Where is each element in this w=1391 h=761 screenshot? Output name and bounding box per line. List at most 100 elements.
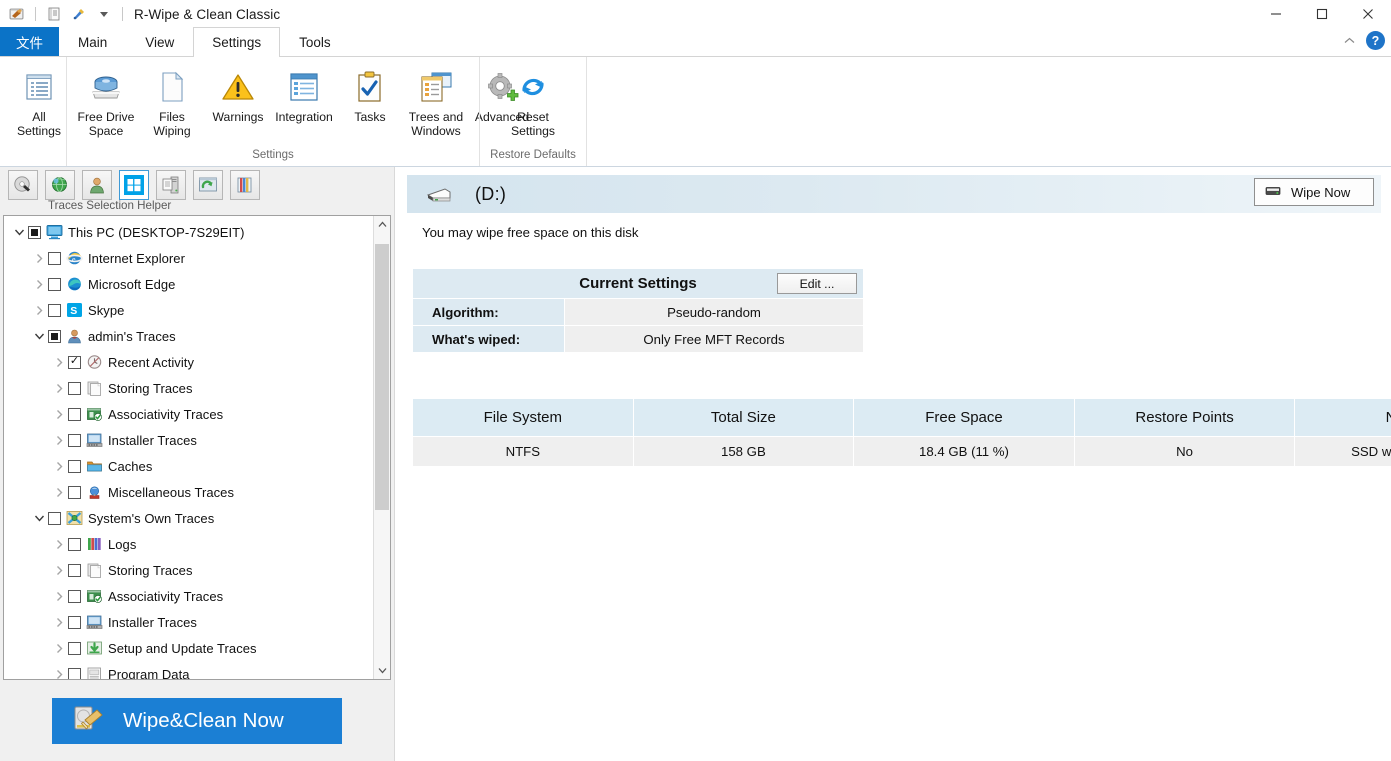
ribbon-button-reset-settings[interactable]: Reset Settings: [500, 61, 566, 138]
tool-button-windows-traces[interactable]: [119, 170, 149, 200]
tree-item-checkbox[interactable]: [68, 459, 81, 473]
current-settings-title: Current Settings: [579, 275, 697, 292]
scrollbar-thumb[interactable]: [375, 244, 389, 510]
tools-icon[interactable]: [69, 4, 89, 24]
tree-item-checkbox[interactable]: [48, 277, 61, 291]
chevron-right-icon[interactable]: [50, 487, 68, 498]
tree-item-checkbox[interactable]: [68, 485, 81, 499]
tree-item[interactable]: This PC (DESKTOP-7S29EIT): [4, 219, 373, 245]
tree-item[interactable]: ✓ Recent Activity: [4, 349, 373, 375]
tool-button-internet-traces[interactable]: [45, 170, 75, 200]
tree-item[interactable]: Associativity Traces: [4, 583, 373, 609]
traces-tree-container: This PC (DESKTOP-7S29EIT) e Internet Explo…: [3, 215, 391, 680]
tool-button-applications-traces[interactable]: [230, 170, 260, 200]
help-icon[interactable]: ?: [1366, 31, 1385, 50]
tree-item-checkbox[interactable]: [68, 381, 81, 395]
ribbon-button-all-settings[interactable]: All Settings: [6, 61, 72, 138]
tab-tools[interactable]: Tools: [280, 27, 350, 56]
tab-file[interactable]: 文件: [0, 27, 59, 56]
tree-item[interactable]: Microsoft Edge: [4, 271, 373, 297]
ribbon-button-files-wiping[interactable]: Files Wiping: [139, 61, 205, 138]
wipe-now-label: Wipe Now: [1291, 184, 1351, 200]
tool-button-system-traces[interactable]: [156, 170, 186, 200]
edit-settings-button[interactable]: Edit ...: [777, 273, 857, 294]
tree-item[interactable]: Associativity Traces: [4, 401, 373, 427]
close-button[interactable]: [1345, 0, 1391, 28]
tab-settings[interactable]: Settings: [193, 27, 281, 57]
tool-button-disk-wipe[interactable]: [8, 170, 38, 200]
chevron-right-icon[interactable]: [50, 669, 68, 680]
chevron-down-icon[interactable]: [30, 514, 48, 523]
tree-item-checkbox[interactable]: [68, 615, 81, 629]
journal-icon[interactable]: [44, 4, 64, 24]
ribbon-button-integration[interactable]: Integration: [271, 61, 337, 124]
chevron-right-icon[interactable]: [30, 279, 48, 290]
ribbon-button-trees-and-windows[interactable]: Trees and Windows: [403, 61, 469, 138]
tree-item-checkbox[interactable]: [68, 641, 81, 655]
scroll-down-icon[interactable]: [374, 662, 391, 679]
chevron-right-icon[interactable]: [50, 461, 68, 472]
tree-item[interactable]: S Skype: [4, 297, 373, 323]
ribbon-button-tasks[interactable]: Tasks: [337, 61, 403, 124]
ribbon-button-warnings[interactable]: Warnings: [205, 61, 271, 124]
wipe-clean-now-button[interactable]: Wipe&Clean Now: [52, 697, 342, 744]
chevron-right-icon[interactable]: [50, 591, 68, 602]
tree-item[interactable]: Storing Traces: [4, 557, 373, 583]
tree-item-checkbox[interactable]: [68, 563, 81, 577]
tree-item-checkbox[interactable]: [48, 511, 61, 525]
chevron-right-icon[interactable]: [50, 383, 68, 394]
chevron-right-icon[interactable]: [50, 435, 68, 446]
chevron-right-icon[interactable]: [50, 565, 68, 576]
tool-button-user-traces[interactable]: [82, 170, 112, 200]
installer-traces-icon: [85, 431, 103, 449]
tree-item-checkbox[interactable]: [68, 589, 81, 603]
chevron-right-icon[interactable]: [50, 357, 68, 368]
chevron-right-icon[interactable]: [30, 305, 48, 316]
tree-item-checkbox[interactable]: [28, 225, 41, 239]
tab-main[interactable]: Main: [59, 27, 126, 56]
qat-separator: [35, 7, 36, 21]
tree-item-checkbox[interactable]: ✓: [68, 355, 81, 369]
window-title: R-Wipe & Clean Classic: [134, 6, 281, 22]
tree-item[interactable]: Installer Traces: [4, 609, 373, 635]
minimize-button[interactable]: [1253, 0, 1299, 28]
tree-item-checkbox[interactable]: [48, 303, 61, 317]
tree-item-checkbox[interactable]: [48, 251, 61, 265]
tree-item[interactable]: Program Data: [4, 661, 373, 679]
tree-item[interactable]: Caches: [4, 453, 373, 479]
tree-item[interactable]: Miscellaneous Traces: [4, 479, 373, 505]
maximize-button[interactable]: [1299, 0, 1345, 28]
tree-item[interactable]: System's Own Traces: [4, 505, 373, 531]
tree-item[interactable]: admin's Traces: [4, 323, 373, 349]
tree-item[interactable]: Setup and Update Traces: [4, 635, 373, 661]
ribbon-button-free-drive-space[interactable]: Free Drive Space: [73, 61, 139, 138]
tab-view[interactable]: View: [126, 27, 193, 56]
chevron-up-icon[interactable]: [1343, 34, 1356, 48]
tree-item[interactable]: Logs: [4, 531, 373, 557]
chevron-down-icon[interactable]: [10, 228, 28, 237]
chevron-right-icon[interactable]: [50, 643, 68, 654]
tree-item[interactable]: Storing Traces: [4, 375, 373, 401]
tree-item-checkbox[interactable]: [68, 407, 81, 421]
traces-tree[interactable]: This PC (DESKTOP-7S29EIT) e Internet Explo…: [4, 216, 373, 679]
scroll-up-icon[interactable]: [374, 216, 391, 233]
tree-item[interactable]: e Internet Explorer: [4, 245, 373, 271]
cell-total-size: 158 GB: [632, 436, 855, 467]
tree-item-checkbox[interactable]: [48, 329, 61, 343]
ribbon-button-label: Reset Settings: [510, 110, 556, 138]
tree-item[interactable]: Installer Traces: [4, 427, 373, 453]
chevron-right-icon[interactable]: [50, 409, 68, 420]
chevron-right-icon[interactable]: [30, 253, 48, 264]
tree-item-checkbox[interactable]: [68, 537, 81, 551]
chevron-right-icon[interactable]: [50, 617, 68, 628]
app-icon[interactable]: [7, 4, 27, 24]
chevron-down-icon[interactable]: [30, 332, 48, 341]
chevron-right-icon[interactable]: [50, 539, 68, 550]
tree-scrollbar[interactable]: [373, 216, 390, 679]
tree-item-checkbox[interactable]: [68, 433, 81, 447]
tree-item-label: System's Own Traces: [88, 510, 215, 526]
wipe-now-button[interactable]: Wipe Now: [1254, 178, 1374, 206]
tool-button-refresh-traces[interactable]: [193, 170, 223, 200]
tree-item-checkbox[interactable]: [68, 667, 81, 679]
dropdown-caret-icon[interactable]: [94, 4, 114, 24]
